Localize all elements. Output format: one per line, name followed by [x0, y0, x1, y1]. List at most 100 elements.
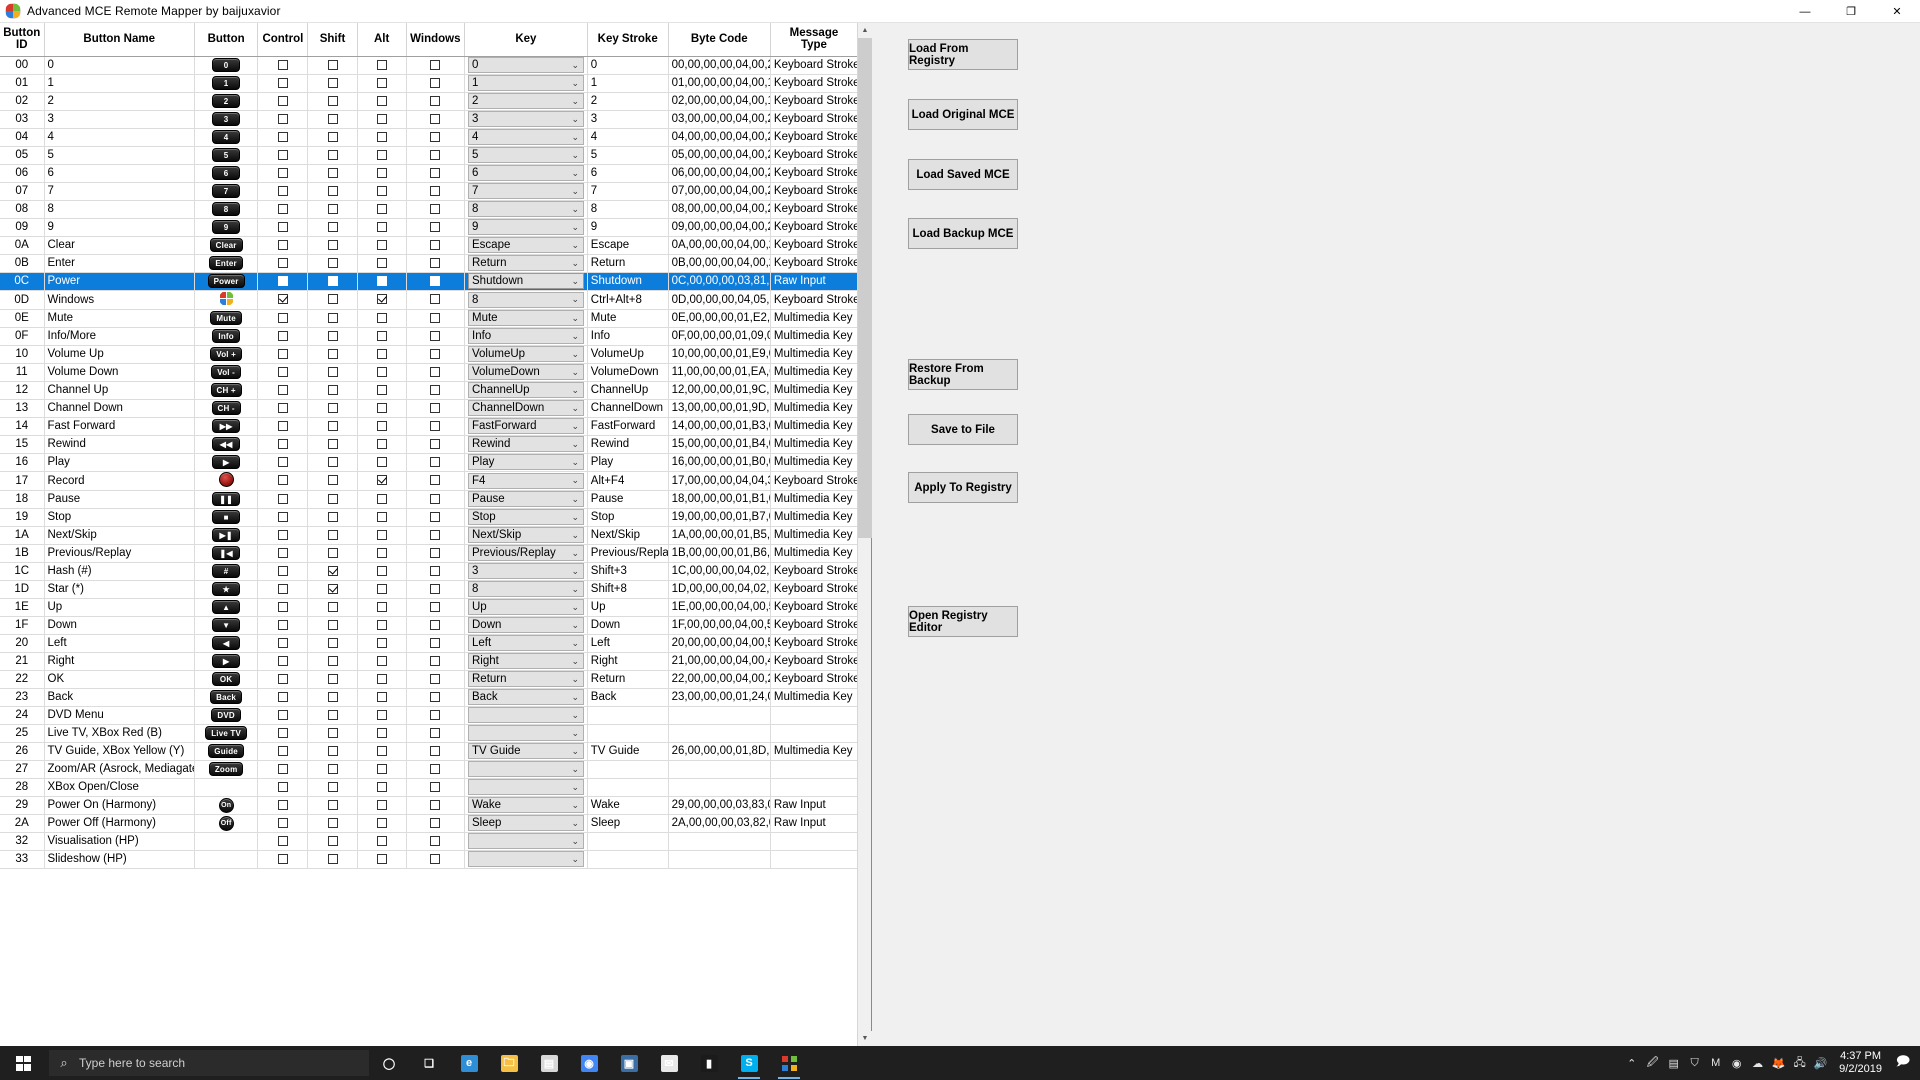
chevron-down-icon[interactable]: ⌄ — [568, 512, 583, 523]
chevron-down-icon[interactable]: ⌄ — [568, 367, 583, 378]
media-app-icon[interactable]: ▣ — [609, 1046, 649, 1080]
cell-control-checkbox[interactable] — [257, 508, 309, 527]
cell-windows-checkbox[interactable] — [406, 832, 466, 851]
shift-checkbox[interactable] — [327, 601, 338, 612]
windows-checkbox[interactable] — [430, 763, 441, 774]
cell-control-checkbox[interactable] — [257, 164, 309, 183]
table-row[interactable]: 0DWindows8⌄Ctrl+Alt+80D,00,00,00,04,05,2… — [0, 290, 857, 310]
cell-key-combobox[interactable]: 8 ⌄ — [464, 200, 588, 219]
control-checkbox[interactable] — [277, 727, 288, 738]
control-checkbox[interactable] — [277, 221, 288, 232]
alt-checkbox[interactable] — [376, 348, 387, 359]
cell-shift-checkbox[interactable] — [307, 309, 358, 328]
column-header-key-stroke[interactable]: Key Stroke — [587, 23, 669, 57]
cell-windows-checkbox[interactable] — [406, 652, 466, 671]
taskbar-search-input[interactable]: ⌕ Type here to search — [49, 1050, 369, 1076]
cell-shift-checkbox[interactable] — [307, 508, 358, 527]
chevron-down-icon[interactable]: ⌄ — [568, 854, 583, 865]
cell-control-checkbox[interactable] — [257, 218, 309, 237]
pen-icon[interactable]: 🖉 — [1642, 1046, 1663, 1080]
alt-checkbox[interactable] — [376, 691, 387, 702]
malwarebytes-icon[interactable]: M — [1705, 1046, 1726, 1080]
control-checkbox[interactable] — [277, 77, 288, 88]
alt-checkbox[interactable] — [376, 330, 387, 341]
cell-button-name[interactable]: Rewind — [44, 435, 195, 454]
key-select[interactable]: 5 ⌄ — [468, 147, 584, 163]
windows-checkbox[interactable] — [430, 529, 441, 540]
cell-key-combobox[interactable]: VolumeUp ⌄ — [464, 345, 588, 364]
control-checkbox[interactable] — [277, 853, 288, 864]
chevron-down-icon[interactable]: ⌄ — [568, 620, 583, 631]
alt-checkbox[interactable] — [376, 77, 387, 88]
key-select[interactable]: Previous/Replay ⌄ — [468, 545, 584, 561]
key-select[interactable]: Shutdown ⌄ — [468, 273, 584, 289]
control-checkbox[interactable] — [277, 330, 288, 341]
table-row[interactable]: 22 OK OK Return ⌄ Return 22,00,00,00,04,00,28 K… — [0, 670, 857, 689]
mail-icon[interactable]: ✉ — [649, 1046, 689, 1080]
table-row[interactable]: 06 6 6 6 ⌄ 6 06,00,00,00,04,00,23 Keyboard Stro… — [0, 164, 857, 183]
shift-checkbox[interactable] — [327, 456, 338, 467]
windows-checkbox[interactable] — [430, 167, 441, 178]
key-select[interactable]: 7 ⌄ — [468, 183, 584, 199]
column-header-shift[interactable]: Shift — [307, 23, 358, 57]
shift-checkbox[interactable] — [327, 493, 338, 504]
cell-key-combobox[interactable]: ⌄ — [464, 724, 588, 743]
chevron-down-icon[interactable]: ⌄ — [568, 439, 583, 450]
control-checkbox[interactable] — [277, 799, 288, 810]
windows-checkbox[interactable] — [430, 149, 441, 160]
cell-shift-checkbox[interactable] — [307, 74, 358, 93]
windows-checkbox[interactable] — [430, 275, 441, 286]
cell-key-combobox[interactable]: ⌄ — [464, 832, 588, 851]
key-select[interactable]: VolumeUp ⌄ — [468, 346, 584, 362]
cell-windows-checkbox[interactable] — [406, 688, 466, 707]
windows-checkbox[interactable] — [430, 835, 441, 846]
cell-key-combobox[interactable]: ⌄ — [464, 850, 588, 869]
control-checkbox[interactable] — [277, 366, 288, 377]
antivirus-icon[interactable]: ◉ — [1726, 1046, 1747, 1080]
cell-button-name[interactable]: Record — [44, 471, 195, 491]
cell-windows-checkbox[interactable] — [406, 544, 466, 563]
cell-key-combobox[interactable]: VolumeDown ⌄ — [464, 363, 588, 382]
close-button[interactable]: ✕ — [1874, 0, 1920, 23]
cell-shift-checkbox[interactable] — [307, 363, 358, 382]
control-checkbox[interactable] — [277, 167, 288, 178]
cell-control-checkbox[interactable] — [257, 363, 309, 382]
alt-checkbox[interactable] — [376, 799, 387, 810]
cell-windows-checkbox[interactable] — [406, 182, 466, 201]
cell-button-name[interactable]: Fast Forward — [44, 417, 195, 436]
cell-shift-checkbox[interactable] — [307, 688, 358, 707]
cell-button-name[interactable]: Mute — [44, 309, 195, 328]
key-select[interactable]: Sleep ⌄ — [468, 815, 584, 831]
windows-checkbox[interactable] — [430, 221, 441, 232]
table-row[interactable]: 29 Power On (Harmony) On Wake ⌄ Wake 29,00,00,… — [0, 796, 857, 815]
cell-windows-checkbox[interactable] — [406, 598, 466, 617]
cell-key-combobox[interactable]: 9 ⌄ — [464, 218, 588, 237]
cell-windows-checkbox[interactable] — [406, 417, 466, 436]
table-row[interactable]: 0B Enter Enter Return ⌄ Return 0B,00,00,00,04,… — [0, 254, 857, 273]
cell-button-name[interactable]: Windows — [44, 290, 195, 310]
cell-shift-checkbox[interactable] — [307, 254, 358, 273]
control-checkbox[interactable] — [277, 348, 288, 359]
grid-vertical-scrollbar[interactable]: ▲ ▼ — [857, 23, 872, 1046]
shift-checkbox[interactable] — [327, 131, 338, 142]
cell-windows-checkbox[interactable] — [406, 850, 466, 869]
shift-checkbox[interactable] — [327, 817, 338, 828]
control-checkbox[interactable] — [277, 673, 288, 684]
chevron-down-icon[interactable]: ⌄ — [568, 710, 583, 721]
key-select[interactable]: FastForward ⌄ — [468, 418, 584, 434]
windows-checkbox[interactable] — [430, 583, 441, 594]
apply-to-registry-button[interactable]: Apply To Registry — [908, 472, 1018, 503]
cell-alt-checkbox[interactable] — [357, 110, 407, 129]
show-hidden-icons[interactable]: ⌃ — [1621, 1046, 1642, 1080]
key-select[interactable]: Return ⌄ — [468, 255, 584, 271]
cell-shift-checkbox[interactable] — [307, 760, 358, 779]
cell-shift-checkbox[interactable] — [307, 345, 358, 364]
table-row[interactable]: 04 4 4 4 ⌄ 4 04,00,00,00,04,00,21 Keyboard Stro… — [0, 128, 857, 147]
column-header-button[interactable]: Button — [194, 23, 259, 57]
key-select[interactable]: ⌄ — [468, 851, 584, 867]
windows-checkbox[interactable] — [430, 438, 441, 449]
cell-control-checkbox[interactable] — [257, 598, 309, 617]
shift-checkbox[interactable] — [327, 763, 338, 774]
key-select[interactable]: Mute ⌄ — [468, 310, 584, 326]
table-row[interactable]: 16Play▶Play⌄Play16,00,00,00,01,B0,00Mult… — [0, 453, 857, 472]
